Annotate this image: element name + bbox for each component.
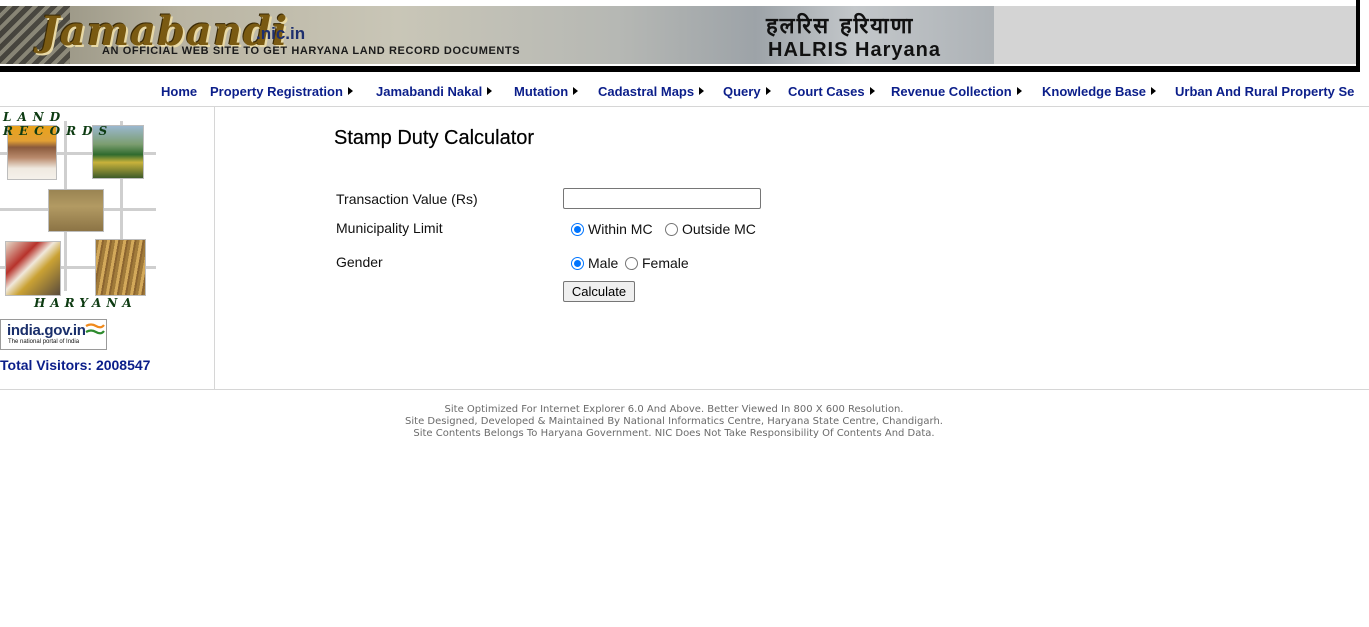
- arrow-right-icon: [487, 87, 493, 95]
- sidebar-divider: [214, 107, 215, 389]
- site-domain: .nic.in: [256, 24, 306, 43]
- banner-border-bottom: [0, 66, 1360, 72]
- within-mc-radio[interactable]: Within MC: [571, 221, 653, 237]
- header: Jamabandi .nic.in AN OFFICIAL WEB SITE T…: [0, 0, 1369, 72]
- menu-label: Cadastral Maps: [598, 83, 695, 99]
- menu-label: Query: [723, 83, 761, 99]
- left-sidebar: LAND RECORDS HARYANA india.gov.in The na…: [0, 107, 214, 389]
- arrow-right-icon: [869, 87, 875, 95]
- collage-title: LAND RECORDS: [3, 110, 114, 138]
- banner-filler: [994, 6, 1358, 64]
- page-title: Stamp Duty Calculator: [334, 127, 535, 149]
- municipality-limit-label: Municipality Limit: [336, 220, 443, 236]
- menu-home[interactable]: Home: [161, 80, 197, 102]
- menu-label: Urban And Rural Property Se: [1175, 83, 1355, 99]
- arrow-right-icon: [1016, 87, 1022, 95]
- footer-line: Site Contents Belongs To Haryana Governm…: [413, 428, 935, 439]
- within-mc-label: Within MC: [588, 221, 653, 237]
- main-menu: Home Property Registration Jamabandi Nak…: [0, 80, 1369, 102]
- footer-line: Site Designed, Developed & Maintained By…: [405, 416, 943, 427]
- menu-label: Jamabandi Nakal: [376, 83, 483, 99]
- radio-checked-icon[interactable]: [571, 256, 584, 270]
- menu-jamabandi-nakal[interactable]: Jamabandi Nakal: [376, 80, 493, 102]
- site-banner: Jamabandi .nic.in AN OFFICIAL WEB SITE T…: [0, 6, 994, 64]
- calculate-button[interactable]: Calculate: [563, 281, 635, 302]
- arrow-right-icon: [573, 87, 579, 95]
- menu-label: Knowledge Base: [1042, 83, 1147, 99]
- outside-mc-radio[interactable]: Outside MC: [665, 221, 756, 237]
- collage-state-label: HARYANA: [34, 296, 137, 310]
- hindi-title: हलरिस हरियाणा: [766, 14, 915, 39]
- crop-closeup-photo: [95, 239, 146, 296]
- male-radio[interactable]: Male: [571, 255, 618, 271]
- menu-label: Revenue Collection: [891, 83, 1012, 99]
- transaction-value-input[interactable]: [563, 188, 761, 209]
- menu-label: Property Registration: [210, 83, 343, 99]
- arrow-right-icon: [1151, 87, 1157, 95]
- site-tagline: AN OFFICIAL WEB SITE TO GET HARYANA LAND…: [102, 45, 521, 57]
- menu-court-cases[interactable]: Court Cases: [788, 80, 875, 102]
- footer-line: Site Optimized For Internet Explorer 6.0…: [444, 404, 904, 415]
- visitor-counter: Total Visitors: 2008547: [0, 357, 151, 373]
- arrow-right-icon: [765, 87, 771, 95]
- india-portal-link[interactable]: india.gov.in The national portal of Indi…: [0, 319, 107, 350]
- wheat-field-photo: [48, 189, 104, 232]
- menu-label: Mutation: [514, 83, 569, 99]
- menu-knowledge-base[interactable]: Knowledge Base: [1042, 80, 1157, 102]
- female-label: Female: [642, 255, 689, 271]
- menu-label: Home: [161, 83, 198, 99]
- menu-label: Court Cases: [788, 83, 865, 99]
- male-label: Male: [588, 255, 619, 271]
- india-flag-icon: [85, 323, 105, 335]
- arrow-right-icon: [347, 87, 353, 95]
- radio-unchecked-icon[interactable]: [665, 222, 678, 236]
- india-portal-title: india.gov.in: [7, 322, 86, 339]
- menu-urban-rural-property[interactable]: Urban And Rural Property Se: [1175, 80, 1354, 102]
- halris-title: HALRIS Haryana: [768, 39, 941, 61]
- arrow-right-icon: [699, 87, 705, 95]
- menu-mutation[interactable]: Mutation: [514, 80, 579, 102]
- outside-mc-label: Outside MC: [682, 221, 756, 237]
- radio-unchecked-icon[interactable]: [625, 256, 638, 270]
- menu-property-registration[interactable]: Property Registration: [210, 80, 353, 102]
- menu-cadastral-maps[interactable]: Cadastral Maps: [598, 80, 705, 102]
- villagers-photo: [5, 241, 61, 296]
- india-portal-subtitle: The national portal of India: [8, 339, 80, 345]
- menu-revenue-collection[interactable]: Revenue Collection: [891, 80, 1022, 102]
- gender-label: Gender: [336, 254, 383, 270]
- menu-query[interactable]: Query: [723, 80, 771, 102]
- banner-border-right: [1356, 0, 1360, 72]
- footer: Site Optimized For Internet Explorer 6.0…: [0, 404, 1348, 440]
- land-records-collage: LAND RECORDS HARYANA: [0, 107, 160, 312]
- female-radio[interactable]: Female: [625, 255, 689, 271]
- transaction-value-label: Transaction Value (Rs): [336, 191, 478, 207]
- radio-checked-icon[interactable]: [571, 222, 584, 236]
- footer-divider: [0, 389, 1369, 390]
